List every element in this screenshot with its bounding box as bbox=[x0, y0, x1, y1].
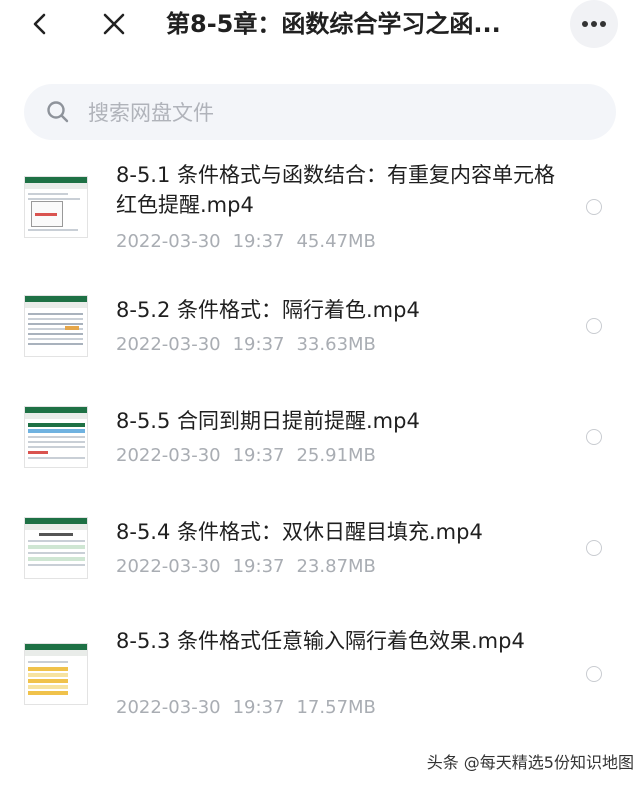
file-size: 17.57MB bbox=[296, 697, 376, 718]
file-name: 8-5.1 条件格式与函数结合：有重复内容单元格红色提醒.mp4 bbox=[116, 163, 556, 217]
file-meta: 2022-03-30 19:37 25.91MB bbox=[116, 444, 556, 468]
file-meta: 2022-03-30 19:37 33.63MB bbox=[116, 333, 556, 357]
file-date: 2022-03-30 bbox=[116, 556, 221, 577]
select-radio[interactable] bbox=[586, 199, 602, 215]
file-date: 2022-03-30 bbox=[116, 334, 221, 355]
file-time: 19:37 bbox=[232, 556, 285, 577]
file-meta: 2022-03-30 19:37 23.87MB bbox=[116, 555, 556, 579]
select-radio[interactable] bbox=[586, 429, 602, 445]
file-time: 19:37 bbox=[232, 334, 285, 355]
file-date: 2022-03-30 bbox=[116, 697, 221, 718]
video-thumbnail bbox=[24, 295, 88, 357]
file-time: 19:37 bbox=[232, 697, 285, 718]
file-time: 19:37 bbox=[232, 445, 285, 466]
select-radio[interactable] bbox=[586, 666, 602, 682]
file-size: 33.63MB bbox=[296, 334, 376, 355]
file-meta: 2022-03-30 19:37 45.47MB bbox=[116, 230, 556, 254]
watermark: 头条 @每天精选5份知识地图 bbox=[426, 753, 634, 772]
file-size: 45.47MB bbox=[296, 231, 376, 252]
file-date: 2022-03-30 bbox=[116, 445, 221, 466]
video-thumbnail bbox=[24, 176, 88, 238]
file-list: 8-5.1 条件格式与函数结合：有重复内容单元格红色提醒.mp4 2022-03… bbox=[0, 0, 640, 785]
select-radio[interactable] bbox=[586, 318, 602, 334]
file-date: 2022-03-30 bbox=[116, 231, 221, 252]
file-name: 8-5.2 条件格式：隔行着色.mp4 bbox=[116, 298, 420, 322]
file-meta: 2022-03-30 19:37 17.57MB bbox=[116, 696, 556, 720]
video-thumbnail bbox=[24, 517, 88, 579]
file-size: 25.91MB bbox=[296, 445, 376, 466]
video-thumbnail bbox=[24, 643, 88, 705]
file-name: 8-5.4 条件格式：双休日醒目填充.mp4 bbox=[116, 520, 483, 544]
file-name: 8-5.5 合同到期日提前提醒.mp4 bbox=[116, 409, 420, 433]
video-thumbnail bbox=[24, 406, 88, 468]
select-radio[interactable] bbox=[586, 540, 602, 556]
file-size: 23.87MB bbox=[296, 556, 376, 577]
file-name: 8-5.3 条件格式任意输入隔行着色效果.mp4 bbox=[116, 629, 525, 653]
file-time: 19:37 bbox=[232, 231, 285, 252]
